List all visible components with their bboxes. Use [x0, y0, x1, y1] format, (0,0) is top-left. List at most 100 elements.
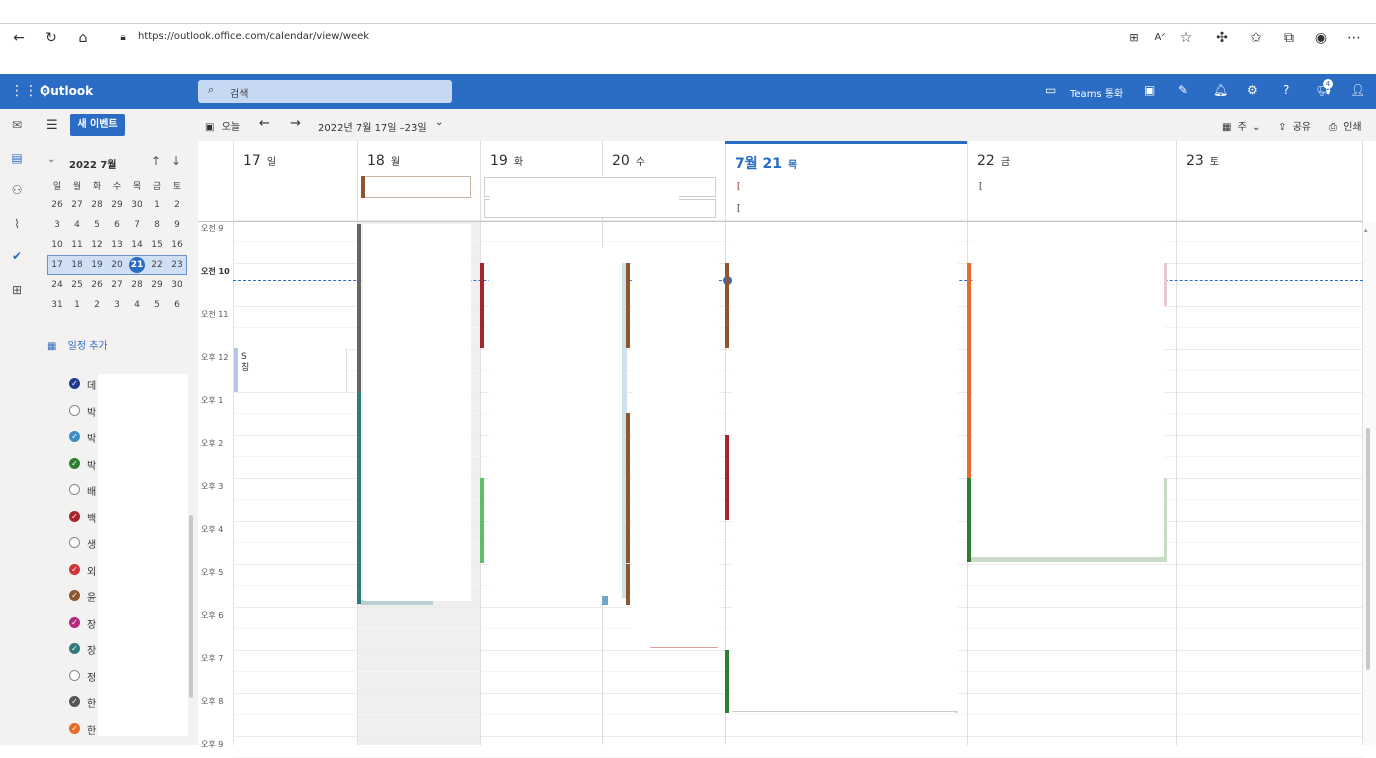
checked-circle-icon[interactable]: ✓: [69, 722, 80, 734]
event-tuesday-block[interactable]: [489, 248, 622, 596]
unchecked-circle-icon[interactable]: [69, 484, 80, 495]
mini-calendar-day[interactable]: 31: [47, 295, 67, 315]
collections-icon[interactable]: ⧉: [1280, 30, 1298, 46]
mini-calendar-day[interactable]: 26: [47, 195, 67, 215]
new-event-button[interactable]: 새 이벤트: [70, 114, 125, 136]
apps-icon[interactable]: ⊞: [9, 283, 25, 299]
mini-calendar-day[interactable]: 7: [127, 215, 147, 235]
video-call-icon[interactable]: ▭: [1045, 83, 1056, 97]
mini-calendar-day[interactable]: 23: [167, 255, 187, 275]
mini-calendar-day[interactable]: 17: [47, 255, 67, 275]
checked-circle-icon[interactable]: ✓: [69, 590, 80, 601]
teams-call-label[interactable]: Teams 통화: [1070, 85, 1123, 100]
mini-calendar-day[interactable]: 12: [87, 235, 107, 255]
mini-calendar-day[interactable]: 10: [47, 235, 67, 255]
sidebar-scrollbar[interactable]: [189, 515, 193, 698]
mini-calendar-day[interactable]: 22: [147, 255, 167, 275]
attachment-icon[interactable]: ⌇: [9, 217, 25, 233]
mini-calendar-day[interactable]: 19: [87, 255, 107, 275]
day-header-6[interactable]: 23 토: [1176, 141, 1363, 221]
allday-event-friday-1[interactable]: [: [979, 182, 983, 192]
checked-circle-icon[interactable]: ✓: [69, 696, 80, 707]
checked-circle-icon[interactable]: ✓: [69, 510, 80, 522]
favorites-icon[interactable]: ✩: [1247, 30, 1265, 46]
allday-event-monday[interactable]: [361, 176, 471, 198]
mini-calendar-day[interactable]: 2: [167, 195, 187, 215]
todo-check-icon[interactable]: ✔: [9, 249, 25, 265]
date-range-picker[interactable]: 2022년 7월 17일 –23일: [318, 119, 427, 134]
read-aloud-icon[interactable]: Aᐟ: [1151, 30, 1169, 46]
mini-calendar-day[interactable]: 24: [47, 275, 67, 295]
favorite-star-icon[interactable]: ☆: [1177, 30, 1195, 46]
print-button[interactable]: ⎙ 인쇄: [1329, 118, 1362, 133]
mini-calendar-day[interactable]: 3: [47, 215, 67, 235]
mini-calendar-day[interactable]: 2: [87, 295, 107, 315]
event-thursday-block[interactable]: [732, 241, 958, 712]
mini-calendar-day[interactable]: 5: [87, 215, 107, 235]
more-menu-icon[interactable]: ⋯: [1345, 30, 1363, 46]
mini-calendar-day[interactable]: 29: [147, 275, 167, 295]
checked-circle-icon[interactable]: ✓: [69, 378, 80, 389]
today-button[interactable]: ▣ 오늘: [205, 118, 240, 133]
mini-calendar-day[interactable]: 4: [127, 295, 147, 315]
event-monday-block[interactable]: [363, 224, 471, 601]
mini-prev-month-icon[interactable]: ↑: [151, 154, 161, 168]
mini-next-month-icon[interactable]: ↓: [171, 154, 181, 168]
mini-calendar-day[interactable]: 3: [107, 295, 127, 315]
back-arrow-icon[interactable]: ←: [10, 30, 28, 46]
mini-calendar-day[interactable]: 6: [107, 215, 127, 235]
mini-calendar-day[interactable]: 13: [107, 235, 127, 255]
scroll-up-arrow-icon[interactable]: ▴: [1364, 226, 1368, 234]
unchecked-circle-icon[interactable]: [69, 537, 80, 548]
checked-circle-icon[interactable]: ✓: [69, 563, 80, 575]
date-range-chevron-icon[interactable]: ⌄: [435, 117, 443, 128]
mini-calendar-day[interactable]: 20: [107, 255, 127, 275]
collapse-chevron-icon[interactable]: ⌄: [47, 154, 55, 165]
mini-calendar-day[interactable]: 11: [67, 235, 87, 255]
event-sunday-noon[interactable]: [234, 348, 347, 392]
day-header-0[interactable]: 17 일: [233, 141, 357, 221]
mini-calendar-day[interactable]: 1: [67, 295, 87, 315]
hamburger-menu-icon[interactable]: ☰: [46, 118, 58, 133]
refresh-icon[interactable]: ↻: [42, 30, 60, 46]
mini-calendar-day[interactable]: 30: [167, 275, 187, 295]
mini-calendar-day[interactable]: 28: [87, 195, 107, 215]
unchecked-circle-icon[interactable]: [69, 404, 80, 416]
mail-icon[interactable]: ✉: [9, 118, 25, 134]
checked-circle-icon[interactable]: ✓: [69, 431, 80, 442]
mini-calendar-day[interactable]: 9: [167, 215, 187, 235]
profile-avatar-icon[interactable]: ◉: [1312, 30, 1330, 46]
people-icon[interactable]: ⚇: [9, 183, 25, 199]
mini-calendar-day[interactable]: 18: [67, 255, 87, 275]
mini-calendar-day[interactable]: 1: [147, 195, 167, 215]
allday-event-thursday-1[interactable]: [: [737, 182, 741, 192]
previous-week-arrow-icon[interactable]: ←: [259, 116, 270, 131]
mini-calendar-day[interactable]: 15: [147, 235, 167, 255]
checked-circle-icon[interactable]: ✓: [69, 616, 80, 628]
add-calendar-link[interactable]: ▦ 일정 추가: [47, 337, 108, 352]
checked-circle-icon[interactable]: ✓: [69, 457, 80, 469]
mini-calendar-day[interactable]: 30: [127, 195, 147, 215]
next-week-arrow-icon[interactable]: →: [290, 116, 301, 131]
mini-calendar-day[interactable]: 28: [127, 275, 147, 295]
mini-calendar-day[interactable]: 4: [67, 215, 87, 235]
app-available-icon[interactable]: ⊞: [1125, 30, 1143, 46]
help-icon[interactable]: ?: [1283, 83, 1289, 97]
mini-calendar-day[interactable]: 16: [167, 235, 187, 255]
office-icon[interactable]: ▣: [1144, 83, 1155, 97]
day-header-5[interactable]: 22 금: [967, 141, 1176, 221]
mini-calendar-day[interactable]: 5: [147, 295, 167, 315]
share-button[interactable]: ⇪ 공유: [1278, 118, 1311, 133]
mini-calendar-day[interactable]: 25: [67, 275, 87, 295]
extensions-icon[interactable]: ✣: [1213, 30, 1231, 46]
account-icon[interactable]: 👤︎: [1350, 83, 1365, 97]
gear-icon[interactable]: ⚙: [1247, 83, 1258, 97]
view-switcher[interactable]: ▦ 주 ⌄: [1222, 118, 1260, 133]
my-day-icon[interactable]: ✎: [1178, 83, 1188, 97]
url-text[interactable]: https://outlook.office.com/calendar/view…: [138, 31, 369, 42]
unchecked-circle-icon[interactable]: [69, 669, 80, 681]
mini-calendar-day[interactable]: 29: [107, 195, 127, 215]
bell-icon[interactable]: 🔔︎: [1213, 83, 1228, 97]
calendar-icon[interactable]: ▤: [9, 151, 25, 167]
mini-calendar-day[interactable]: 21: [129, 257, 145, 273]
